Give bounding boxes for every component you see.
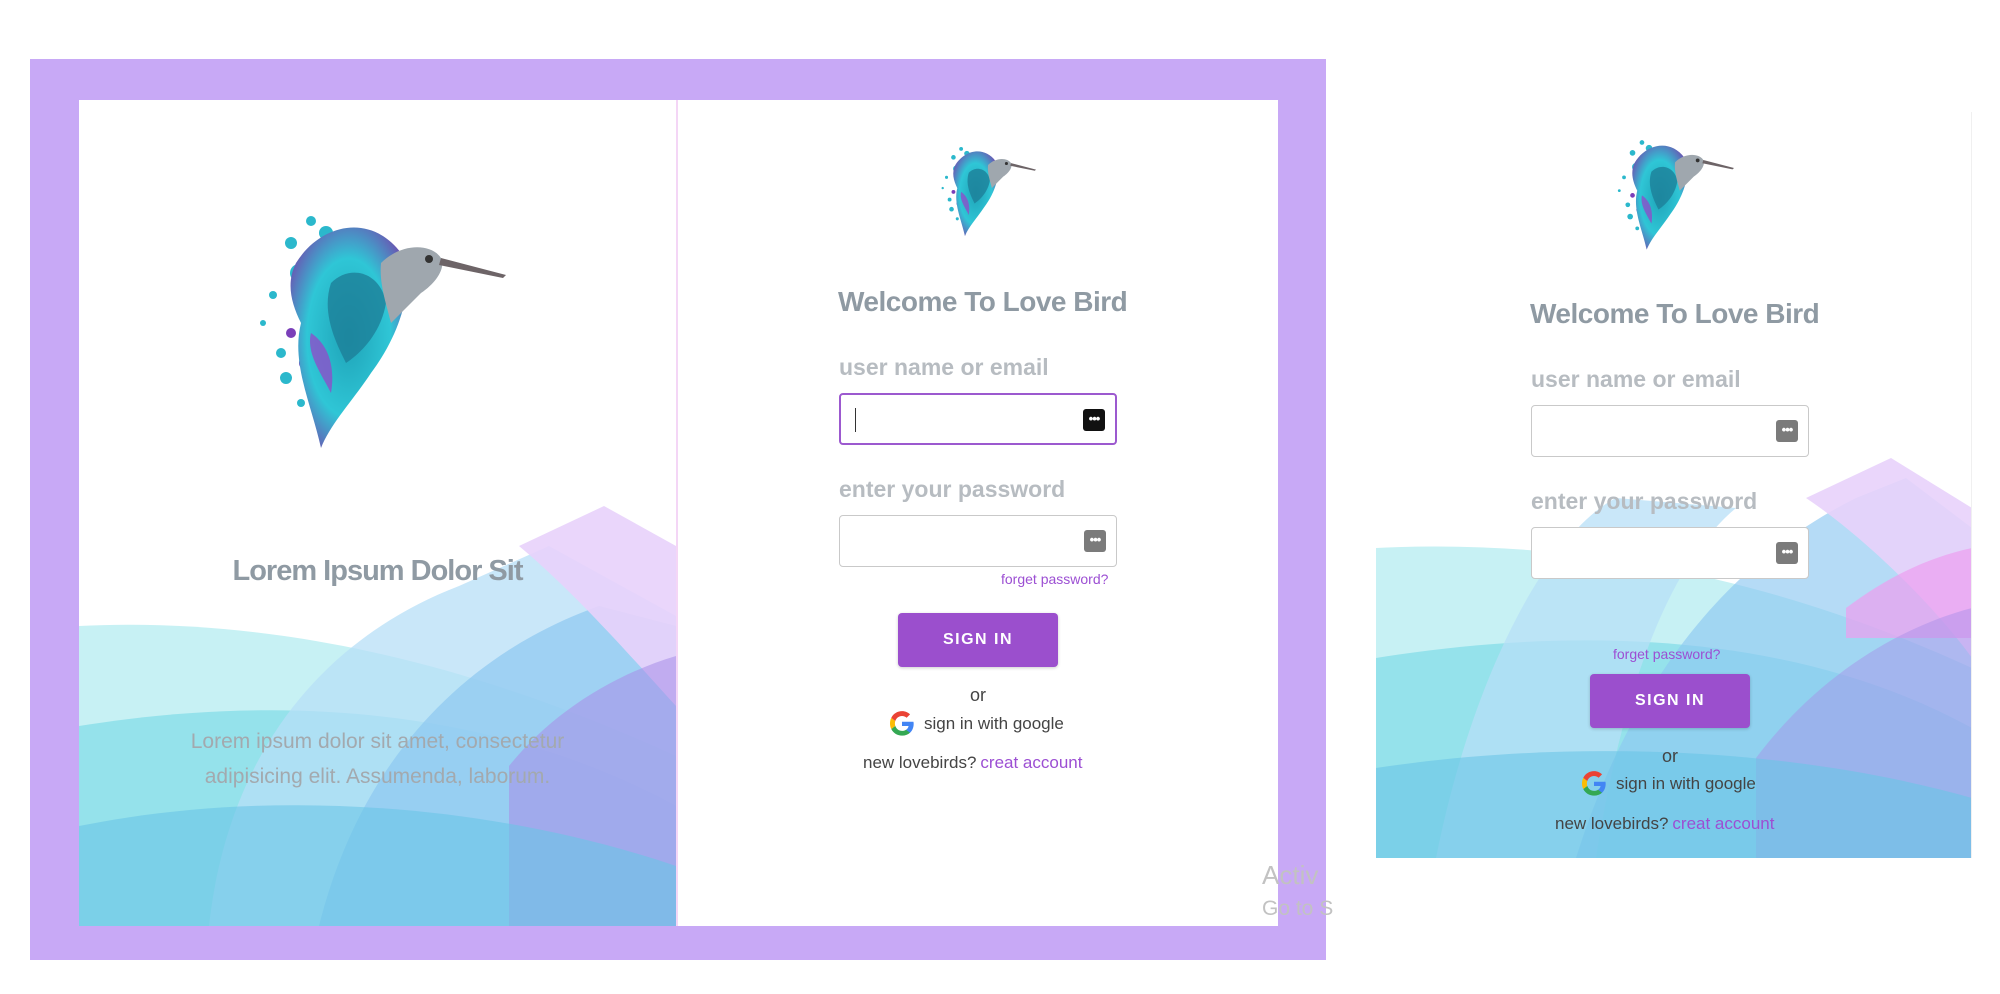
hero-text-line1: Lorem ipsum dolor sit amet, consectetur: [190, 730, 565, 753]
password-input[interactable]: •••: [1531, 527, 1809, 579]
username-input[interactable]: •••: [1531, 405, 1809, 457]
hero-text-line2: adipisicing elit. Assumenda, laborum.: [204, 765, 551, 788]
or-separator: or: [969, 685, 986, 705]
sign-in-button[interactable]: SIGN IN: [1590, 674, 1750, 728]
new-lovebirds-text: new lovebirds?: [1555, 814, 1669, 833]
google-sign-in-link[interactable]: sign in with google: [1580, 770, 1756, 798]
username-input[interactable]: •••: [839, 393, 1117, 445]
username-label: user name or email: [1531, 366, 1741, 392]
new-lovebirds-text: new lovebirds?: [863, 753, 977, 772]
password-manager-icon[interactable]: •••: [1776, 542, 1798, 564]
watermark-line2: Go to S: [1262, 897, 1334, 920]
hummingbird-logo-small: [938, 142, 1038, 238]
create-account-line: new lovebirds? creat account: [863, 753, 1082, 773]
create-account-link[interactable]: creat account: [1672, 814, 1774, 833]
hero-title: Lorem Ipsum Dolor Sit: [232, 555, 524, 587]
password-manager-icon[interactable]: •••: [1084, 530, 1106, 552]
google-sign-in-label: sign in with google: [924, 714, 1064, 733]
hero-panel: Lorem Ipsum Dolor Sit Lorem ipsum dolor …: [79, 100, 676, 926]
password-label: enter your password: [1531, 488, 1758, 514]
password-manager-icon[interactable]: •••: [1776, 420, 1798, 442]
watermark-line1: Activ: [1262, 860, 1319, 890]
create-account-link[interactable]: creat account: [980, 753, 1082, 772]
google-sign-in-link[interactable]: sign in with google: [888, 710, 1064, 738]
text-caret: [855, 408, 856, 432]
forgot-password-link[interactable]: forget password?: [1613, 646, 1720, 662]
username-label: user name or email: [839, 354, 1049, 380]
hummingbird-logo-small: [1613, 134, 1737, 252]
welcome-title: Welcome To Love Bird: [1530, 298, 1820, 329]
mobile-login-card: Welcome To Love Bird user name or email …: [1376, 112, 1972, 858]
google-icon: [1581, 771, 1606, 796]
activation-watermark: Activ Go to S: [1262, 858, 1333, 926]
hummingbird-logo: [251, 203, 511, 453]
google-icon: [889, 711, 914, 736]
welcome-title: Welcome To Love Bird: [838, 286, 1128, 317]
card-edge: [1971, 112, 1972, 858]
google-sign-in-label: sign in with google: [1616, 774, 1756, 793]
forgot-password-link[interactable]: forget password?: [1001, 571, 1108, 587]
password-input[interactable]: •••: [839, 515, 1117, 567]
sign-in-button[interactable]: SIGN IN: [898, 613, 1058, 667]
password-manager-icon[interactable]: •••: [1083, 409, 1105, 431]
login-panel: Welcome To Love Bird user name or email …: [678, 100, 1278, 926]
or-separator: or: [1661, 746, 1678, 766]
password-label: enter your password: [839, 476, 1066, 502]
create-account-line: new lovebirds? creat account: [1555, 814, 1774, 834]
